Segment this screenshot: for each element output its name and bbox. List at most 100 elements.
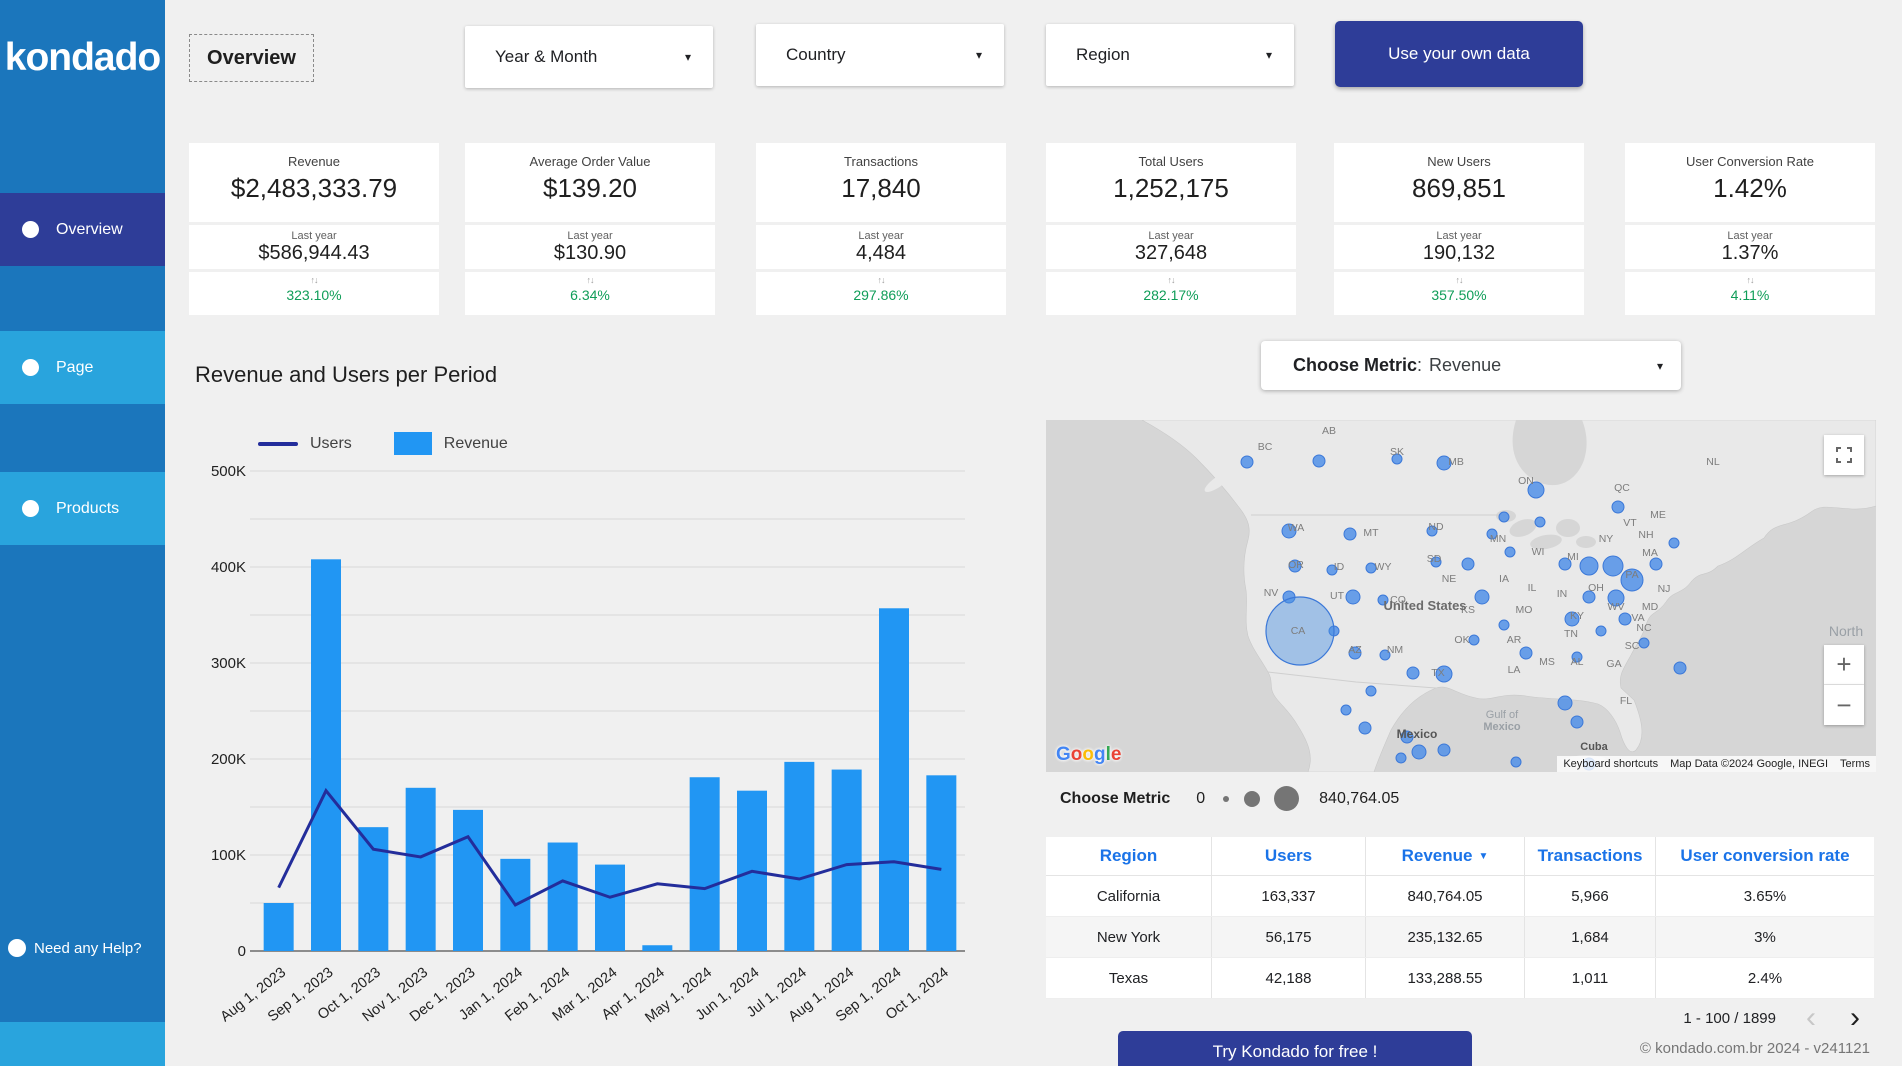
svg-text:NL: NL [1706,456,1720,468]
country-filter[interactable]: Country ▾ [756,24,1004,86]
svg-text:AZ: AZ [1348,644,1362,656]
change-arrows-icon: ↑↓ [1046,276,1296,285]
sidebar-item-page[interactable]: Page [0,331,165,404]
column-header-conversion[interactable]: User conversion rate [1656,837,1874,875]
table-row[interactable]: California 163,337 840,764.05 5,966 3.65… [1046,876,1874,917]
region-table: Region Users Revenue▼ Transactions User … [1046,837,1874,999]
chevron-down-icon: ▾ [976,48,982,62]
large-circle-icon [1274,786,1299,811]
size-legend-max: 840,764.05 [1319,790,1399,808]
svg-text:WV: WV [1608,601,1625,613]
zoom-in-button[interactable]: + [1824,645,1864,685]
svg-text:Cuba: Cuba [1580,741,1608,753]
map-data-attribution: Map Data ©2024 Google, INEGI [1664,756,1834,772]
last-year-value: 190,132 [1334,242,1584,265]
sidebar-item-label: Overview [56,221,123,239]
cell-transactions: 1,684 [1525,917,1656,957]
zoom-out-button[interactable]: − [1824,685,1864,725]
svg-text:TX: TX [1431,667,1444,679]
chevron-right-icon[interactable]: › [1850,1003,1860,1033]
try-kondado-button[interactable]: Try Kondado for free ! [1118,1031,1472,1066]
last-year-label: Last year [189,230,439,242]
kpi-change: 323.10% [189,287,439,303]
table-row[interactable]: Texas 42,188 133,288.55 1,011 2.4% [1046,958,1874,999]
legend-revenue-label: Revenue [444,435,508,453]
revenue-users-chart[interactable]: 0100K200K300K400K500KAug 1, 2023Sep 1, 2… [190,456,980,1046]
cell-revenue: 133,288.55 [1366,958,1525,998]
metric-separator: : [1417,355,1422,376]
svg-text:Mexico: Mexico [1397,727,1438,741]
svg-text:IN: IN [1557,588,1568,600]
svg-text:SD: SD [1427,553,1442,565]
svg-text:ON: ON [1518,475,1534,487]
cell-region: Texas [1046,958,1212,998]
last-year-value: $586,944.43 [189,242,439,265]
svg-text:MI: MI [1567,551,1579,563]
column-header-users[interactable]: Users [1212,837,1366,875]
svg-text:AR: AR [1507,634,1522,646]
last-year-value: 327,648 [1046,242,1296,265]
google-logo[interactable]: Google [1056,744,1121,766]
kpi-change: 4.11% [1625,287,1875,303]
svg-text:OH: OH [1588,582,1604,594]
metric-value: Revenue [1429,355,1501,376]
keyboard-shortcuts-link[interactable]: Keyboard shortcuts [1557,756,1664,772]
column-header-transactions[interactable]: Transactions [1525,837,1656,875]
medium-circle-icon [1244,791,1260,807]
region-filter[interactable]: Region ▾ [1046,24,1294,86]
change-arrows-icon: ↑↓ [1625,276,1875,285]
bubble-size-legend: Choose Metric 0 840,764.05 [1060,786,1399,811]
kpi-label: New Users [1334,154,1584,169]
terms-link[interactable]: Terms [1834,756,1876,772]
cell-conversion: 2.4% [1656,958,1874,998]
small-circle-icon [1223,796,1229,802]
table-row[interactable]: New York 56,175 235,132.65 1,684 3% [1046,917,1874,958]
use-your-own-data-button[interactable]: Use your own data [1335,21,1583,87]
kpi-value: $139.20 [465,173,715,204]
kpi-card-new-users: New Users869,851 Last year190,132 ↑↓357.… [1334,143,1584,315]
column-header-revenue[interactable]: Revenue▼ [1366,837,1525,875]
sidebar: kondado Overview Page Products Need any … [0,0,165,1066]
kondado-logo: kondado [0,36,165,80]
change-arrows-icon: ↑↓ [465,276,715,285]
svg-text:NE: NE [1442,573,1457,585]
svg-text:WI: WI [1532,546,1545,558]
svg-text:KY: KY [1570,610,1584,622]
cell-transactions: 5,966 [1525,876,1656,916]
last-year-label: Last year [1334,230,1584,242]
kpi-value: 869,851 [1334,173,1584,204]
choose-metric-select[interactable]: Choose Metric:Revenue ▾ [1261,341,1681,390]
need-help-link[interactable]: Need any Help? [0,930,165,966]
svg-text:Mexico: Mexico [1483,721,1521,733]
svg-text:MN: MN [1490,533,1506,545]
cell-transactions: 1,011 [1525,958,1656,998]
svg-text:ID: ID [1334,561,1345,573]
cell-region: California [1046,876,1212,916]
last-year-label: Last year [1046,230,1296,242]
map-canvas: BCABSKMBONQCNLWAORIDMTNDSDMNWIMINYVTNHMA… [1046,420,1876,772]
fullscreen-button[interactable] [1824,435,1864,475]
filter-label: Country [786,45,846,65]
kpi-change: 282.17% [1046,287,1296,303]
geo-bubble-map[interactable]: BCABSKMBONQCNLWAORIDMTNDSDMNWIMINYVTNHMA… [1046,420,1876,772]
year-month-filter[interactable]: Year & Month ▾ [465,26,713,88]
filter-label: Year & Month [495,47,597,67]
svg-text:MA: MA [1642,547,1658,559]
svg-text:TN: TN [1564,628,1578,640]
last-year-value: 4,484 [756,242,1006,265]
svg-text:GA: GA [1606,658,1621,670]
svg-text:AL: AL [1571,656,1584,668]
sidebar-bottom-strip [0,1022,165,1066]
last-year-value: $130.90 [465,242,715,265]
kpi-label: Total Users [1046,154,1296,169]
sidebar-item-products[interactable]: Products [0,472,165,545]
help-dot-icon [8,939,26,957]
column-header-region[interactable]: Region [1046,837,1212,875]
chevron-left-icon[interactable]: ‹ [1806,1003,1816,1033]
nav-dot-icon [22,500,39,517]
sidebar-item-overview[interactable]: Overview [0,193,165,266]
chart-title: Revenue and Users per Period [195,362,497,388]
cell-conversion: 3.65% [1656,876,1874,916]
svg-text:QC: QC [1614,482,1630,494]
svg-text:Gulf of: Gulf of [1486,709,1519,721]
